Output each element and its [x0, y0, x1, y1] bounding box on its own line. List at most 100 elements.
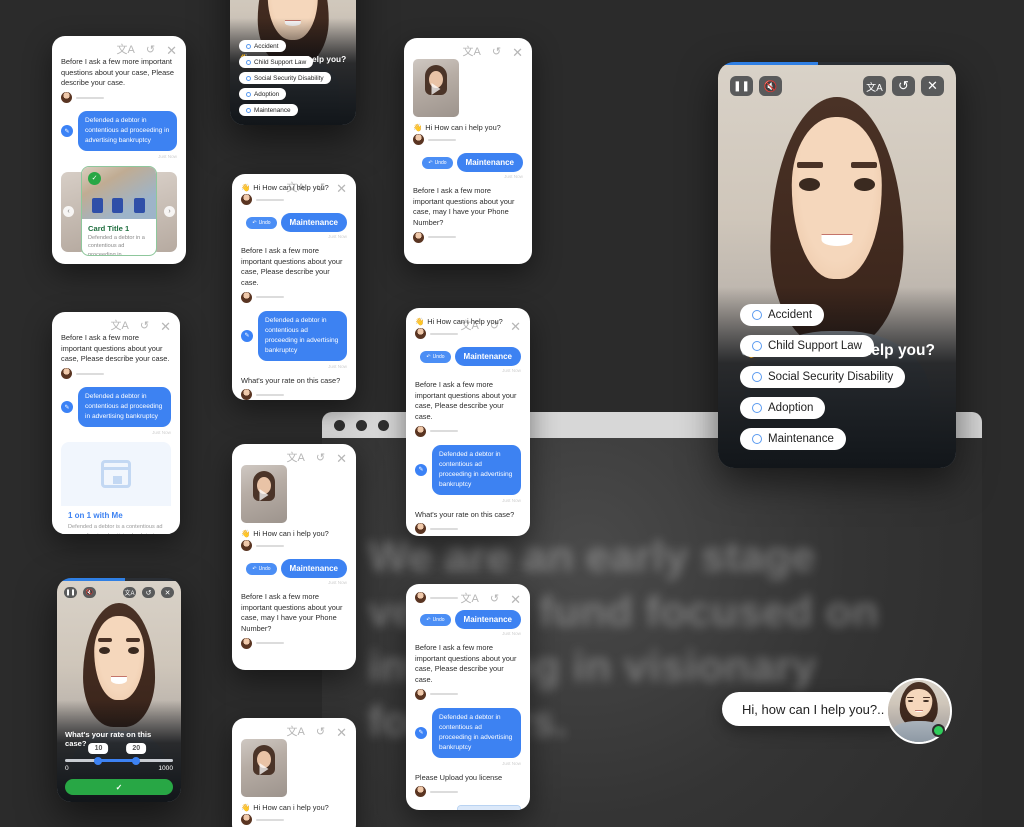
close-icon[interactable]: ✕: [160, 320, 171, 333]
chat-card-rating-scale[interactable]: 文A ↺ ✕ 👋 Hi How can i help you? ↶ Undo M…: [232, 174, 356, 400]
translate-icon[interactable]: 文A: [863, 76, 886, 96]
agent-video-thumbnail[interactable]: [241, 465, 287, 523]
undo-button[interactable]: ↶ Undo: [420, 613, 451, 626]
chat-card-name-capture[interactable]: 文A ↺ ✕ 👋 Hi How can i help you? ↶ Undo M…: [404, 38, 532, 264]
selected-chip-maintenance[interactable]: Maintenance: [280, 559, 347, 578]
restart-icon[interactable]: ↺: [316, 727, 325, 738]
selected-chip-maintenance[interactable]: Maintenance: [456, 153, 523, 172]
translate-icon[interactable]: 文A: [111, 321, 129, 332]
radio-icon[interactable]: [752, 403, 762, 413]
radio-icon[interactable]: [752, 434, 762, 444]
radio-icon[interactable]: [246, 59, 251, 65]
chat-card-schedule-meeting[interactable]: 文A ↺ ✕ Before I ask a few more important…: [52, 312, 180, 534]
radio-icon[interactable]: [752, 310, 762, 320]
license-image-preview[interactable]: [457, 805, 521, 810]
edit-icon[interactable]: ✎: [415, 463, 427, 476]
bot-avatar-icon: [413, 134, 424, 145]
chat-card-range-slider[interactable]: 文A ↺ ✕ 👋 Hi How can i help you? ↶ Undo M…: [406, 308, 530, 536]
video-widget-rate-slider[interactable]: ❚❚ 🔇 文A ↺ ✕ What's your rate on this cas…: [57, 578, 181, 802]
video-widget-main[interactable]: ❚❚ 🔇 文A ↺ ✕ 👋 Hi How can i help you? Acc…: [718, 62, 956, 468]
option-child-support-law[interactable]: Child Support Law: [740, 335, 874, 357]
edit-icon[interactable]: ✎: [241, 329, 253, 342]
uploaded-license-row[interactable]: [415, 805, 521, 810]
close-icon[interactable]: ✕: [336, 452, 347, 465]
radio-icon[interactable]: [246, 43, 251, 49]
undo-button[interactable]: ↶ Undo: [246, 216, 277, 229]
video-options-list[interactable]: Accident Child Support Law Social Securi…: [239, 40, 347, 116]
restart-icon[interactable]: ↺: [146, 45, 155, 56]
option-social-security-disability[interactable]: Social Security Disability: [740, 366, 906, 388]
carousel-prev-icon[interactable]: ‹: [63, 205, 74, 217]
translate-icon[interactable]: 文A: [463, 47, 481, 58]
floating-greeting-bubble[interactable]: Hi, how can I help you?..: [722, 692, 911, 726]
user-message-bubble: Defended a debtor in contentious ad proc…: [258, 310, 347, 361]
range-slider[interactable]: 10 20 0 1000: [65, 743, 173, 772]
selected-chip-maintenance[interactable]: Maintenance: [280, 213, 347, 232]
mute-icon[interactable]: 🔇: [759, 76, 782, 96]
option-accident[interactable]: Accident: [239, 40, 286, 52]
pause-icon[interactable]: ❚❚: [64, 587, 77, 598]
option-maintenance[interactable]: Maintenance: [239, 104, 298, 116]
agent-video-thumbnail[interactable]: [413, 59, 459, 117]
restart-icon[interactable]: ↺: [892, 76, 915, 96]
carousel-card-active[interactable]: ✓ Card Title 1 Defended a debtor in a co…: [81, 165, 157, 256]
video-options-list[interactable]: Accident Child Support Law Social Securi…: [740, 304, 938, 450]
window-dot-minimize[interactable]: [356, 419, 367, 431]
close-icon[interactable]: ✕: [510, 320, 521, 333]
chat-card-bottom-greeting[interactable]: 文A ↺ ✕ 👋 Hi How can i help you? Maintena…: [232, 718, 356, 827]
translate-icon[interactable]: 文A: [287, 727, 305, 738]
card-toolbar: 文A ↺ ✕: [241, 452, 347, 465]
option-accident[interactable]: Accident: [740, 304, 825, 326]
translate-icon[interactable]: 文A: [461, 594, 479, 605]
restart-icon[interactable]: ↺: [316, 453, 325, 464]
mute-icon[interactable]: 🔇: [83, 587, 96, 598]
selected-chip-maintenance[interactable]: Maintenance: [454, 610, 521, 629]
slider-track[interactable]: [65, 756, 173, 765]
close-icon[interactable]: ✕: [161, 587, 174, 598]
selected-chip-maintenance[interactable]: Maintenance: [454, 347, 521, 366]
chat-card-license-upload[interactable]: 文A ↺ ✕ ↶ Undo Maintenance Just Now Befor…: [406, 584, 530, 810]
close-icon[interactable]: ✕: [336, 182, 347, 195]
edit-icon[interactable]: ✎: [415, 726, 427, 739]
carousel-next-icon[interactable]: ›: [164, 205, 175, 217]
close-icon[interactable]: ✕: [336, 726, 347, 739]
window-dot-close[interactable]: [334, 419, 345, 431]
undo-button[interactable]: ↶ Undo: [420, 350, 451, 363]
option-adoption[interactable]: Adoption: [740, 397, 826, 419]
restart-icon[interactable]: ↺: [490, 594, 499, 605]
close-icon[interactable]: ✕: [921, 76, 944, 96]
chat-card-carousel[interactable]: 文A ↺ ✕ Before I ask a few more important…: [52, 36, 186, 264]
pause-icon[interactable]: ❚❚: [730, 76, 753, 96]
edit-icon[interactable]: ✎: [61, 125, 73, 138]
radio-icon[interactable]: [246, 107, 251, 113]
close-icon[interactable]: ✕: [510, 593, 521, 606]
radio-icon[interactable]: [752, 341, 762, 351]
option-social-security-disability[interactable]: Social Security Disability: [239, 72, 331, 84]
option-maintenance[interactable]: Maintenance: [740, 428, 846, 450]
translate-icon[interactable]: 文A: [117, 45, 135, 56]
translate-icon[interactable]: 文A: [123, 587, 136, 598]
window-dot-maximize[interactable]: [378, 419, 389, 431]
option-adoption[interactable]: Adoption: [239, 88, 287, 100]
option-child-support-law[interactable]: Child Support Law: [239, 56, 314, 68]
agent-video-thumbnail[interactable]: [241, 739, 287, 797]
restart-icon[interactable]: ↺: [140, 321, 149, 332]
radio-icon[interactable]: [246, 91, 251, 97]
restart-icon[interactable]: ↺: [142, 587, 155, 598]
radio-icon[interactable]: [246, 75, 251, 81]
undo-button[interactable]: ↶ Undo: [422, 156, 453, 169]
radio-icon[interactable]: [752, 372, 762, 382]
option-carousel[interactable]: ✓ Card Title 1 Defended a debtor in a co…: [61, 165, 177, 258]
slider-handle-low[interactable]: [94, 756, 103, 765]
meeting-preview-card[interactable]: 1 on 1 with Me Defended a debtor is a co…: [61, 441, 171, 534]
undo-button[interactable]: ↶ Undo: [246, 562, 277, 575]
slider-handle-high[interactable]: [132, 756, 141, 765]
submit-button[interactable]: ✓: [65, 779, 173, 795]
restart-icon[interactable]: ↺: [492, 47, 501, 58]
video-widget-greeting-top[interactable]: 👋 Hi How can i help you? Accident Child …: [230, 0, 356, 125]
chat-card-phone-number[interactable]: 文A ↺ ✕ 👋 Hi How can i help you? ↶ Undo M…: [232, 444, 356, 670]
close-icon[interactable]: ✕: [512, 46, 523, 59]
translate-icon[interactable]: 文A: [287, 453, 305, 464]
close-icon[interactable]: ✕: [166, 44, 177, 57]
edit-icon[interactable]: ✎: [61, 401, 73, 414]
